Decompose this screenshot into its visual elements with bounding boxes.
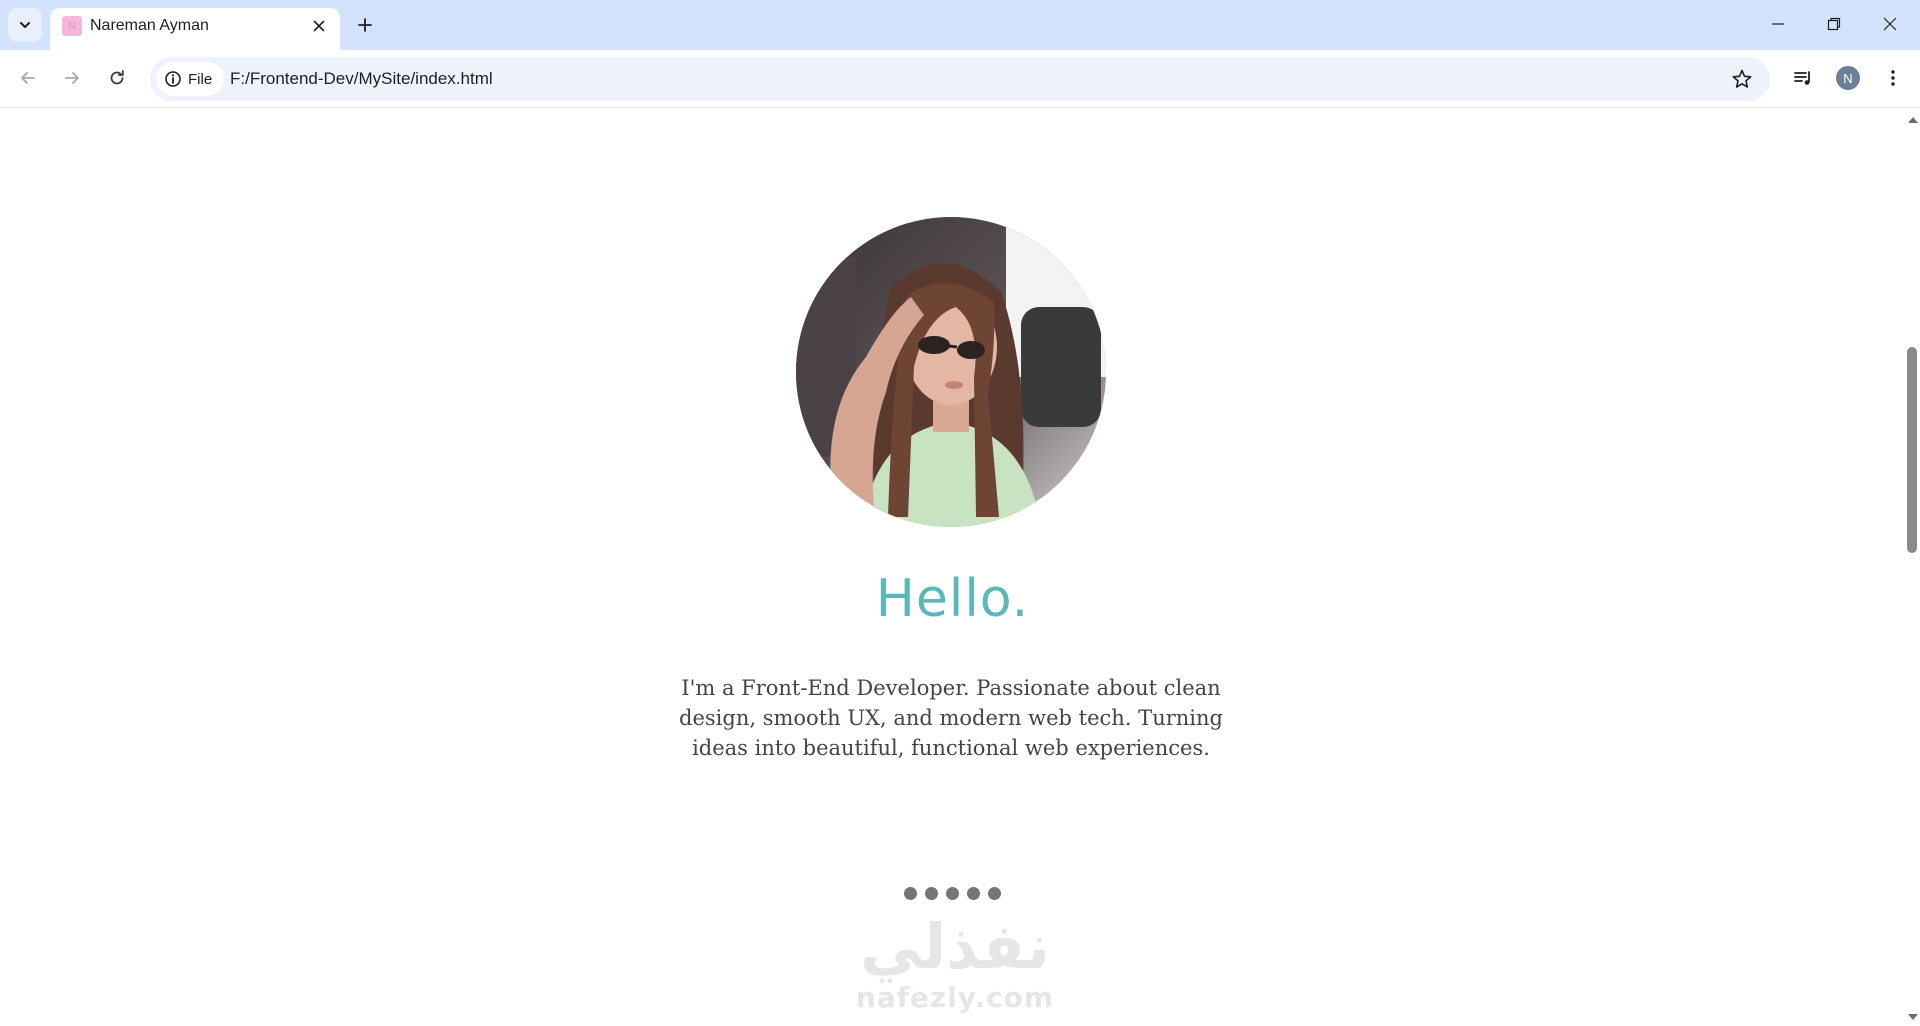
info-icon [165,71,181,87]
playlist-icon [1794,71,1810,85]
scroll-up-arrow[interactable] [1908,117,1918,123]
site-info-chip[interactable]: File [156,62,225,96]
arrow-right-icon [65,72,79,84]
tab-search-button[interactable] [8,8,42,42]
page-heading: Hello. [875,569,1030,629]
page-viewport: Hello. I'm a Front-End Developer. Passio… [0,109,1905,1026]
chevron-down-icon [20,22,30,28]
carousel-dot[interactable] [925,887,938,900]
star-icon [1732,69,1752,88]
site-chip-label: File [188,70,213,88]
url-text[interactable]: F:/Frontend-Dev/MySite/index.html [230,69,493,89]
new-tab-button[interactable] [350,10,380,40]
browser-toolbar: File F:/Frontend-Dev/MySite/index.html N [0,50,1920,108]
reload-icon [110,70,124,85]
carousel-dots [0,887,1905,900]
carousel-dot[interactable] [904,887,917,900]
tab-favicon: N [62,16,82,36]
plus-icon [358,18,372,32]
forward-button[interactable] [55,61,89,95]
close-icon [1883,17,1897,31]
profile-photo [796,217,1106,527]
tab-close-button[interactable] [308,15,330,37]
back-button[interactable] [11,61,45,95]
media-controls-button[interactable] [1786,61,1820,95]
carousel-dot[interactable] [946,887,959,900]
close-window-button[interactable] [1862,0,1918,48]
watermark: نفذلي nafezly.com [850,912,1060,1026]
address-bar[interactable]: File F:/Frontend-Dev/MySite/index.html [150,57,1770,101]
minimize-button[interactable] [1750,0,1806,48]
restore-button[interactable] [1806,0,1862,48]
carousel-dot[interactable] [988,887,1001,900]
tab-title: Nareman Ayman [90,17,209,34]
scroll-thumb[interactable] [1907,347,1917,553]
intro-text: I'm a Front-End Developer. Passionate ab… [679,676,1223,760]
profile-button[interactable]: N [1831,61,1865,95]
page-scrollbar[interactable] [1905,109,1920,1026]
watermark-latin: nafezly.com [855,981,1055,1014]
tab-strip: N Nareman Ayman [0,0,1920,50]
close-icon [313,20,325,32]
reload-button[interactable] [100,61,134,95]
minimize-icon [1772,23,1784,25]
watermark-arabic: نفذلي [860,910,1050,983]
carousel-dot[interactable] [967,887,980,900]
avatar: N [1836,66,1860,90]
bookmark-button[interactable] [1730,67,1754,91]
active-tab[interactable]: N Nareman Ayman [50,8,340,50]
menu-button[interactable] [1876,61,1910,95]
arrow-left-icon [21,72,35,84]
restore-icon [1827,17,1841,31]
scroll-down-arrow[interactable] [1908,1014,1918,1020]
more-vertical-icon [1891,70,1895,86]
